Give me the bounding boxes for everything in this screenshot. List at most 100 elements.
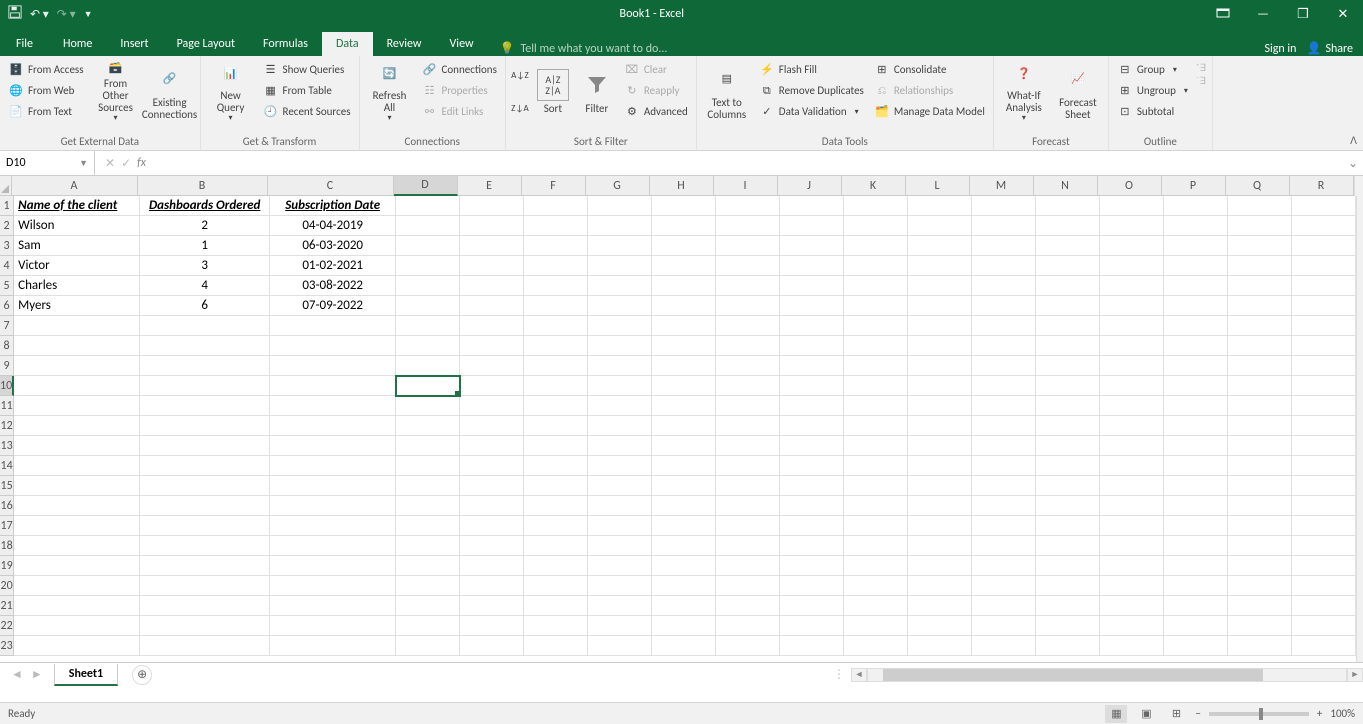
hscroll-right-icon[interactable]: ► [1347,668,1363,682]
cell-C19[interactable] [270,556,396,576]
new-query-button[interactable]: 📊New Query▾ [205,59,257,125]
cell-E18[interactable] [460,536,524,556]
relationships-button[interactable]: ⎌Relationships [870,80,989,101]
cell-C9[interactable] [270,356,396,376]
cell-A7[interactable] [14,316,140,336]
row-header-5[interactable]: 5 [0,276,14,296]
cell-G16[interactable] [588,496,652,516]
column-header-H[interactable]: H [650,176,714,196]
row-header-13[interactable]: 13 [0,436,14,456]
row-header-9[interactable]: 9 [0,356,14,376]
cell-O4[interactable] [1100,256,1164,276]
cell-G21[interactable] [588,596,652,616]
cell-M11[interactable] [972,396,1036,416]
cell-N2[interactable] [1036,216,1100,236]
cell-R8[interactable] [1292,336,1356,356]
cell-H16[interactable] [652,496,716,516]
cell-P18[interactable] [1164,536,1228,556]
cell-K5[interactable] [844,276,908,296]
cell-Q20[interactable] [1228,576,1292,596]
cell-L15[interactable] [908,476,972,496]
cell-M18[interactable] [972,536,1036,556]
tab-insert[interactable]: Insert [106,32,162,56]
cell-Q1[interactable] [1228,196,1292,216]
cell-F22[interactable] [524,616,588,636]
cell-P8[interactable] [1164,336,1228,356]
cell-I15[interactable] [716,476,780,496]
cell-L18[interactable] [908,536,972,556]
cell-F13[interactable] [524,436,588,456]
cell-P16[interactable] [1164,496,1228,516]
cell-E17[interactable] [460,516,524,536]
cell-B20[interactable] [140,576,270,596]
cell-P2[interactable] [1164,216,1228,236]
cell-I20[interactable] [716,576,780,596]
cell-J23[interactable] [780,636,844,656]
cell-K1[interactable] [844,196,908,216]
cell-G20[interactable] [588,576,652,596]
reapply-button[interactable]: ↻Reapply [620,80,692,101]
cell-O16[interactable] [1100,496,1164,516]
cell-K10[interactable] [844,376,908,396]
cell-E20[interactable] [460,576,524,596]
cell-G19[interactable] [588,556,652,576]
cell-N20[interactable] [1036,576,1100,596]
cell-K20[interactable] [844,576,908,596]
cell-E4[interactable] [460,256,524,276]
select-all-button[interactable] [0,176,12,196]
cell-M12[interactable] [972,416,1036,436]
cell-D12[interactable] [396,416,460,436]
cell-G18[interactable] [588,536,652,556]
row-header-17[interactable]: 17 [0,516,14,536]
cell-F7[interactable] [524,316,588,336]
cell-R7[interactable] [1292,316,1356,336]
cell-O17[interactable] [1100,516,1164,536]
column-header-F[interactable]: F [522,176,586,196]
cell-J14[interactable] [780,456,844,476]
row-header-22[interactable]: 22 [0,616,14,636]
what-if-button[interactable]: ❓What-If Analysis▾ [998,59,1050,125]
cell-D19[interactable] [396,556,460,576]
cell-F10[interactable] [524,376,588,396]
hscroll-left-icon[interactable]: ◄ [851,668,867,682]
cell-F2[interactable] [524,216,588,236]
cell-H23[interactable] [652,636,716,656]
filter-button[interactable]: Filter [576,59,618,125]
cell-B23[interactable] [140,636,270,656]
cell-R12[interactable] [1292,416,1356,436]
cell-E11[interactable] [460,396,524,416]
row-header-15[interactable]: 15 [0,476,14,496]
formula-input[interactable] [156,156,1343,170]
cell-C21[interactable] [270,596,396,616]
cell-M7[interactable] [972,316,1036,336]
cell-Q2[interactable] [1228,216,1292,236]
cell-N17[interactable] [1036,516,1100,536]
cell-R21[interactable] [1292,596,1356,616]
cell-Q3[interactable] [1228,236,1292,256]
cell-A12[interactable] [14,416,140,436]
cell-M20[interactable] [972,576,1036,596]
collapse-ribbon-icon[interactable]: ᐱ [1350,134,1357,147]
cell-I16[interactable] [716,496,780,516]
cell-A8[interactable] [14,336,140,356]
cell-R17[interactable] [1292,516,1356,536]
cell-H10[interactable] [652,376,716,396]
sheet-tab-1[interactable]: Sheet1 [54,664,118,686]
cell-P17[interactable] [1164,516,1228,536]
cell-N9[interactable] [1036,356,1100,376]
cell-B22[interactable] [140,616,270,636]
cell-M17[interactable] [972,516,1036,536]
cell-Q4[interactable] [1228,256,1292,276]
cell-D17[interactable] [396,516,460,536]
ribbon-options-icon[interactable] [1203,7,1243,22]
cell-L22[interactable] [908,616,972,636]
cell-K23[interactable] [844,636,908,656]
cell-F5[interactable] [524,276,588,296]
cell-E12[interactable] [460,416,524,436]
cell-J3[interactable] [780,236,844,256]
cell-O12[interactable] [1100,416,1164,436]
cell-D2[interactable] [396,216,460,236]
cell-M15[interactable] [972,476,1036,496]
cell-O10[interactable] [1100,376,1164,396]
cell-P5[interactable] [1164,276,1228,296]
